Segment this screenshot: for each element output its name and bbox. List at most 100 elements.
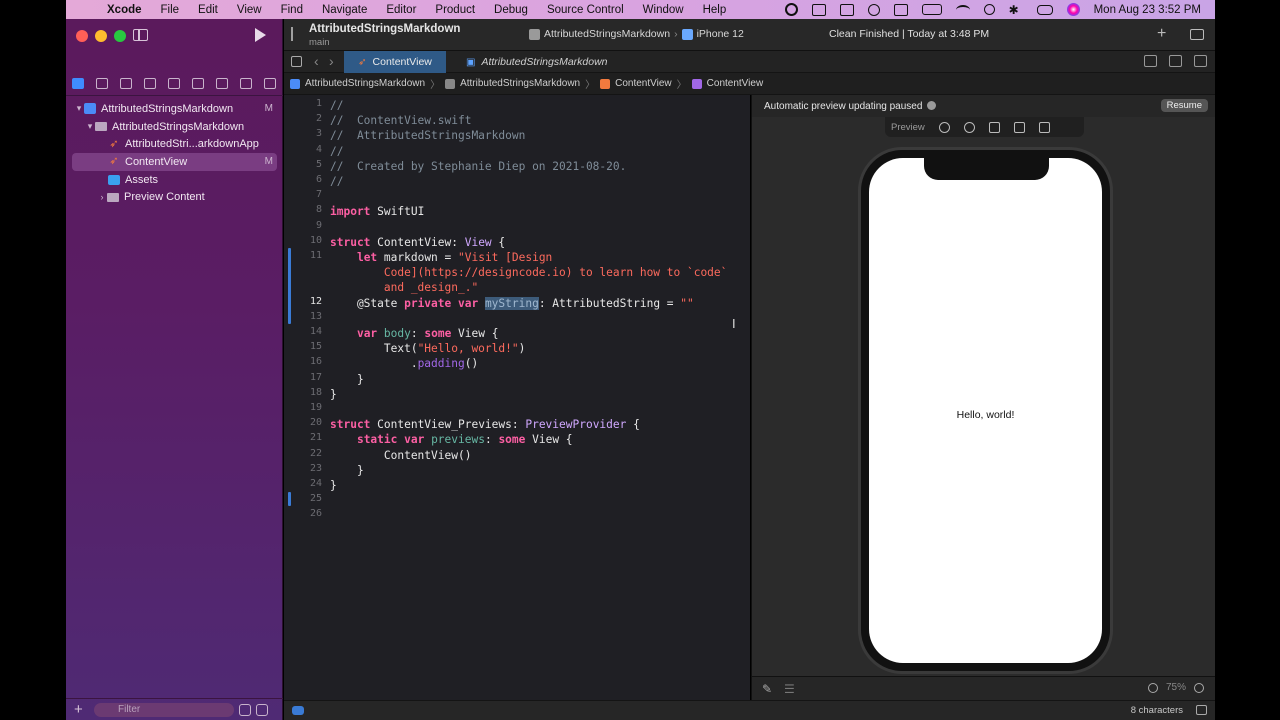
menu-edit[interactable]: Edit [198,4,218,16]
code-line[interactable]: } [330,387,337,402]
breadcrumb-symbol[interactable]: ContentView [707,78,764,89]
code-line[interactable]: struct ContentView: View { [330,235,505,250]
phone-screen[interactable]: Hello, world! [869,158,1102,663]
jump-bar-icon[interactable] [1144,55,1157,67]
code-line[interactable]: // AttributedStringsMarkdown [330,128,525,143]
menu-app-name[interactable]: Xcode [107,4,142,16]
run-on-device-icon[interactable] [1038,121,1050,133]
menubar-clock[interactable]: Mon Aug 23 3:52 PM [1094,4,1201,16]
pin-icon[interactable]: ✎ [762,682,772,696]
editor-options-icon[interactable] [1169,55,1182,67]
live-preview-icon[interactable] [938,121,950,133]
menu-help[interactable]: Help [703,4,727,16]
disclosure-open-icon[interactable]: ▾ [85,121,95,132]
project-navigator-icon[interactable] [72,77,84,89]
code-line[interactable]: // [330,98,343,113]
device-status-icon[interactable] [893,3,908,16]
issue-navigator-icon[interactable] [168,77,180,89]
code-line[interactable]: struct ContentView_Previews: PreviewProv… [330,417,640,432]
hide-debug-area-icon[interactable] [1196,705,1207,715]
debug-navigator-icon[interactable] [216,77,228,89]
disclosure-closed-icon[interactable]: › [97,192,107,202]
tree-item-preview-content[interactable]: › Preview Content [66,188,283,206]
device-settings-icon[interactable] [1013,121,1025,133]
related-items-icon[interactable] [291,56,302,67]
menu-find[interactable]: Find [281,4,303,16]
code-line[interactable]: Code](https://designcode.io) to learn ho… [330,265,728,280]
code-line[interactable]: Text("Hello, world!") [330,341,525,356]
minimize-window-button[interactable] [95,30,107,42]
code-line[interactable]: // Created by Stephanie Diep on 2021-08-… [330,159,626,174]
control-center-icon[interactable] [1036,4,1053,15]
tab-contentview[interactable]: ➶ ContentView [344,51,446,73]
find-navigator-icon[interactable] [144,77,156,89]
breadcrumb-file[interactable]: ContentView [615,78,672,89]
menu-window[interactable]: Window [643,4,684,16]
apple-menu-icon[interactable] [79,3,93,17]
tab-attributedstringsmarkdown[interactable]: ▣ AttributedStringsMarkdown [450,51,624,73]
zoom-in-icon[interactable] [1194,682,1204,693]
spotlight-search-icon[interactable] [983,4,995,15]
battery-icon[interactable] [921,4,942,15]
siri-icon[interactable] [1066,3,1080,16]
run-button[interactable] [255,28,266,42]
source-control-navigator-icon[interactable] [96,77,108,89]
play-status-icon[interactable] [867,3,880,16]
breadcrumb-group[interactable]: AttributedStringsMarkdown [460,78,580,89]
tree-item-app-file[interactable]: ➶ AttributedStri...arkdownApp [66,135,283,153]
tree-item-assets[interactable]: Assets [66,171,283,189]
code-line[interactable]: let markdown = "Visit [Design [330,250,552,265]
code-line[interactable]: .padding() [330,356,478,371]
inspect-preview-icon[interactable] [963,121,975,133]
test-navigator-icon[interactable] [192,77,204,89]
code-line[interactable]: static var previews: some View { [330,432,573,447]
code-line[interactable]: } [330,372,364,387]
breadcrumb-project[interactable]: AttributedStringsMarkdown [305,78,425,89]
duplicate-preview-icon[interactable] [988,121,1000,133]
code-line[interactable]: } [330,478,337,493]
back-arrow-icon[interactable]: ‹ [314,53,319,69]
app-status-icon[interactable] [811,3,826,16]
report-navigator-icon[interactable] [264,77,276,89]
menu-editor[interactable]: Editor [386,4,416,16]
debug-area-toggle-icon[interactable] [292,706,304,715]
tree-item-contentview[interactable]: ➶ ContentView M [72,153,277,171]
code-line[interactable]: ContentView() [330,448,472,463]
menu-debug[interactable]: Debug [494,4,528,16]
bluetooth-icon[interactable]: ✱ [1009,4,1023,16]
preview-list-icon[interactable]: ☰ [784,682,795,696]
forward-arrow-icon[interactable]: › [329,53,334,69]
zoom-window-button[interactable] [114,30,126,42]
tree-item-group[interactable]: ▾ AttributedStringsMarkdown [66,118,283,136]
zoom-level[interactable]: 75% [1166,682,1186,693]
inspector-toggle-icon[interactable] [1190,29,1204,40]
add-file-icon[interactable]: + [74,701,86,718]
breakpoint-navigator-icon[interactable] [240,77,252,89]
sidebar-toggle-icon[interactable] [133,29,148,41]
menu-file[interactable]: File [161,4,180,16]
code-line[interactable]: @State private var myString: AttributedS… [330,296,694,311]
menu-view[interactable]: View [237,4,262,16]
zoom-out-icon[interactable] [1147,682,1158,693]
split-editor-icon[interactable] [1194,55,1207,67]
code-line[interactable]: and _design_." [330,280,478,295]
code-line[interactable]: // [330,174,343,189]
menu-product[interactable]: Product [435,4,475,16]
menu-navigate[interactable]: Navigate [322,4,367,16]
source-control-filter-icon[interactable] [256,703,268,716]
code-line[interactable]: // [330,144,343,159]
run-destination[interactable]: iPhone 12 [697,28,744,40]
scheme-selector[interactable]: AttributedStringsMarkdown › iPhone 12 [529,28,744,40]
info-icon[interactable] [927,101,937,110]
preview-label[interactable]: Preview [891,122,925,133]
source-editor[interactable]: 1 2 3 4 5 6 7 8 9 10 11 12 13 14 15 16 17 18 19 20 21 22 23 24 2… [284,95,750,700]
code-line[interactable]: var body: some View { [330,326,499,341]
tree-item-project[interactable]: ▾ AttributedStringsMarkdown M [66,100,283,118]
disclosure-open-icon[interactable]: ▾ [74,103,84,114]
navigator-filter-field[interactable]: Filter [94,702,234,717]
recent-files-filter-icon[interactable] [239,703,251,716]
code-line[interactable]: import SwiftUI [330,204,424,219]
symbol-navigator-icon[interactable] [120,77,132,89]
list-status-icon[interactable] [839,3,854,16]
screen-record-icon[interactable] [784,3,798,16]
